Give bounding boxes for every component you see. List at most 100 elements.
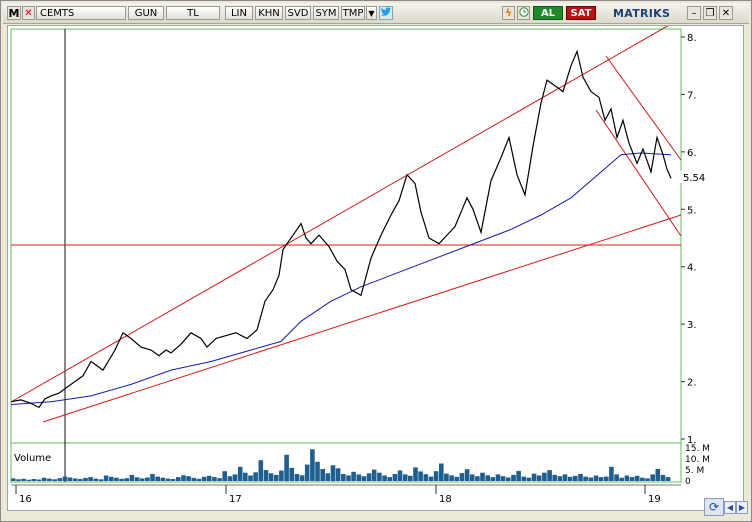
volume-bar	[93, 478, 99, 481]
volume-bar	[21, 478, 26, 481]
volume-bar	[531, 473, 537, 481]
volume-bar	[248, 475, 253, 481]
dropdown-arrow-icon[interactable]: ▼	[366, 6, 377, 20]
volume-bar	[382, 475, 387, 481]
tmp-button[interactable]: TMP	[341, 6, 365, 20]
volume-bar	[341, 474, 346, 481]
lin-button[interactable]: LIN	[225, 6, 253, 20]
volume-bar	[506, 477, 511, 481]
close-symbol-icon[interactable]: ✕	[22, 6, 35, 20]
volume-axis: 15. M10. M5. M0	[685, 444, 710, 487]
volume-bar	[408, 475, 413, 482]
volume-bar	[542, 472, 547, 481]
volume-bar	[665, 477, 671, 481]
volume-bar	[186, 476, 191, 481]
currency-tl-button[interactable]: TL	[166, 6, 220, 20]
volume-bar	[124, 478, 129, 481]
volume-bar	[634, 475, 640, 482]
volume-bar	[145, 477, 150, 481]
volume-bars	[11, 449, 671, 482]
refresh-icon[interactable]: ⟳	[704, 498, 724, 516]
volume-bar	[459, 473, 465, 481]
volume-bar	[16, 479, 21, 482]
y-tick-label: 3.	[687, 320, 697, 331]
volume-bar	[583, 476, 588, 481]
volume-bar	[41, 477, 47, 481]
volume-title: Volume	[14, 453, 51, 464]
volume-bar	[449, 475, 454, 481]
volume-bar	[402, 474, 408, 481]
sell-sat-button[interactable]: SAT	[566, 6, 596, 20]
y-tick-label: 7.	[687, 90, 697, 101]
svd-button[interactable]: SVD	[285, 6, 311, 20]
volume-bar	[423, 474, 429, 481]
symbol-field[interactable]: CEMTS	[36, 6, 126, 20]
volume-bar	[640, 477, 645, 481]
volume-bar	[315, 461, 320, 482]
time-axis: 16 17 18 19	[15, 485, 661, 505]
volume-bar	[310, 449, 315, 481]
menu-m-button[interactable]: M	[7, 6, 21, 20]
volume-bar	[62, 476, 68, 481]
volume-bar	[567, 476, 573, 481]
lower-trend-line[interactable]	[42, 214, 682, 423]
price-panel-border	[10, 28, 682, 444]
volume-bar	[335, 468, 341, 481]
twitter-icon[interactable]	[379, 6, 393, 20]
volume-bar	[645, 478, 650, 481]
volume-bar	[222, 471, 227, 481]
volume-bar	[475, 476, 480, 481]
volume-bar	[11, 478, 16, 481]
buy-al-button[interactable]: AL	[533, 6, 563, 20]
volume-bar	[418, 471, 423, 481]
chart-area[interactable]: 8. 7. 6. 5. 4. 3. 2. 1. 15. M 10. M 5. M0 16 17 18 1…	[7, 19, 744, 511]
restore-icon[interactable]: ❐	[703, 6, 717, 20]
volume-tick-label: 5. M	[685, 466, 704, 476]
matriks-logo: MATRIKS	[613, 7, 671, 20]
volume-bar	[279, 470, 284, 481]
volume-bar	[454, 476, 459, 481]
volume-bar	[155, 476, 160, 481]
volume-bar	[165, 478, 171, 481]
clock-face-icon	[518, 7, 529, 17]
volume-bar	[258, 460, 264, 481]
volume-bar	[361, 476, 367, 481]
volume-bar	[52, 479, 57, 482]
scroll-right-icon[interactable]: ▶	[736, 501, 748, 514]
volume-bar	[196, 478, 202, 481]
volume-bar	[170, 479, 176, 481]
lightning-icon[interactable]: ϟ	[502, 6, 515, 20]
close-window-icon[interactable]: ✕	[719, 6, 733, 20]
x-tick-label: 17	[229, 494, 242, 505]
volume-bar	[588, 477, 594, 481]
volume-bar	[660, 474, 666, 481]
volume-bar	[109, 476, 114, 481]
volume-bar	[299, 475, 305, 481]
upper-trend-line[interactable]	[10, 19, 679, 403]
volume-bar	[397, 470, 403, 481]
falling-resistance-line[interactable]	[605, 55, 682, 161]
volume-bar	[181, 475, 186, 481]
volume-bar	[227, 476, 233, 481]
volume-bar	[83, 477, 88, 481]
x-tick-label: 16	[19, 494, 32, 505]
y-tick-label: 6.	[687, 148, 697, 159]
volume-bar	[330, 465, 336, 482]
volume-bar	[134, 477, 140, 481]
sym-button[interactable]: SYM	[313, 6, 339, 20]
price-chart-svg[interactable]: 8.7.6.5.4.3.2.1. 15. M10. M5. M0 16 17 18 1…	[8, 19, 743, 510]
clock-icon[interactable]	[517, 6, 530, 20]
scroll-left-icon[interactable]: ◀	[724, 501, 736, 514]
volume-bar	[516, 470, 521, 481]
volume-bar	[284, 454, 289, 482]
volume-bar	[439, 463, 444, 481]
volume-bar	[88, 477, 93, 481]
volume-bar	[263, 470, 269, 481]
volume-bar	[176, 477, 181, 481]
khn-button[interactable]: KHN	[255, 6, 283, 20]
volume-bar	[557, 476, 563, 481]
minimize-icon[interactable]: –	[687, 6, 701, 20]
period-gun-button[interactable]: GUN	[128, 6, 164, 20]
x-tick-label: 19	[648, 494, 661, 505]
volume-bar	[268, 473, 274, 481]
